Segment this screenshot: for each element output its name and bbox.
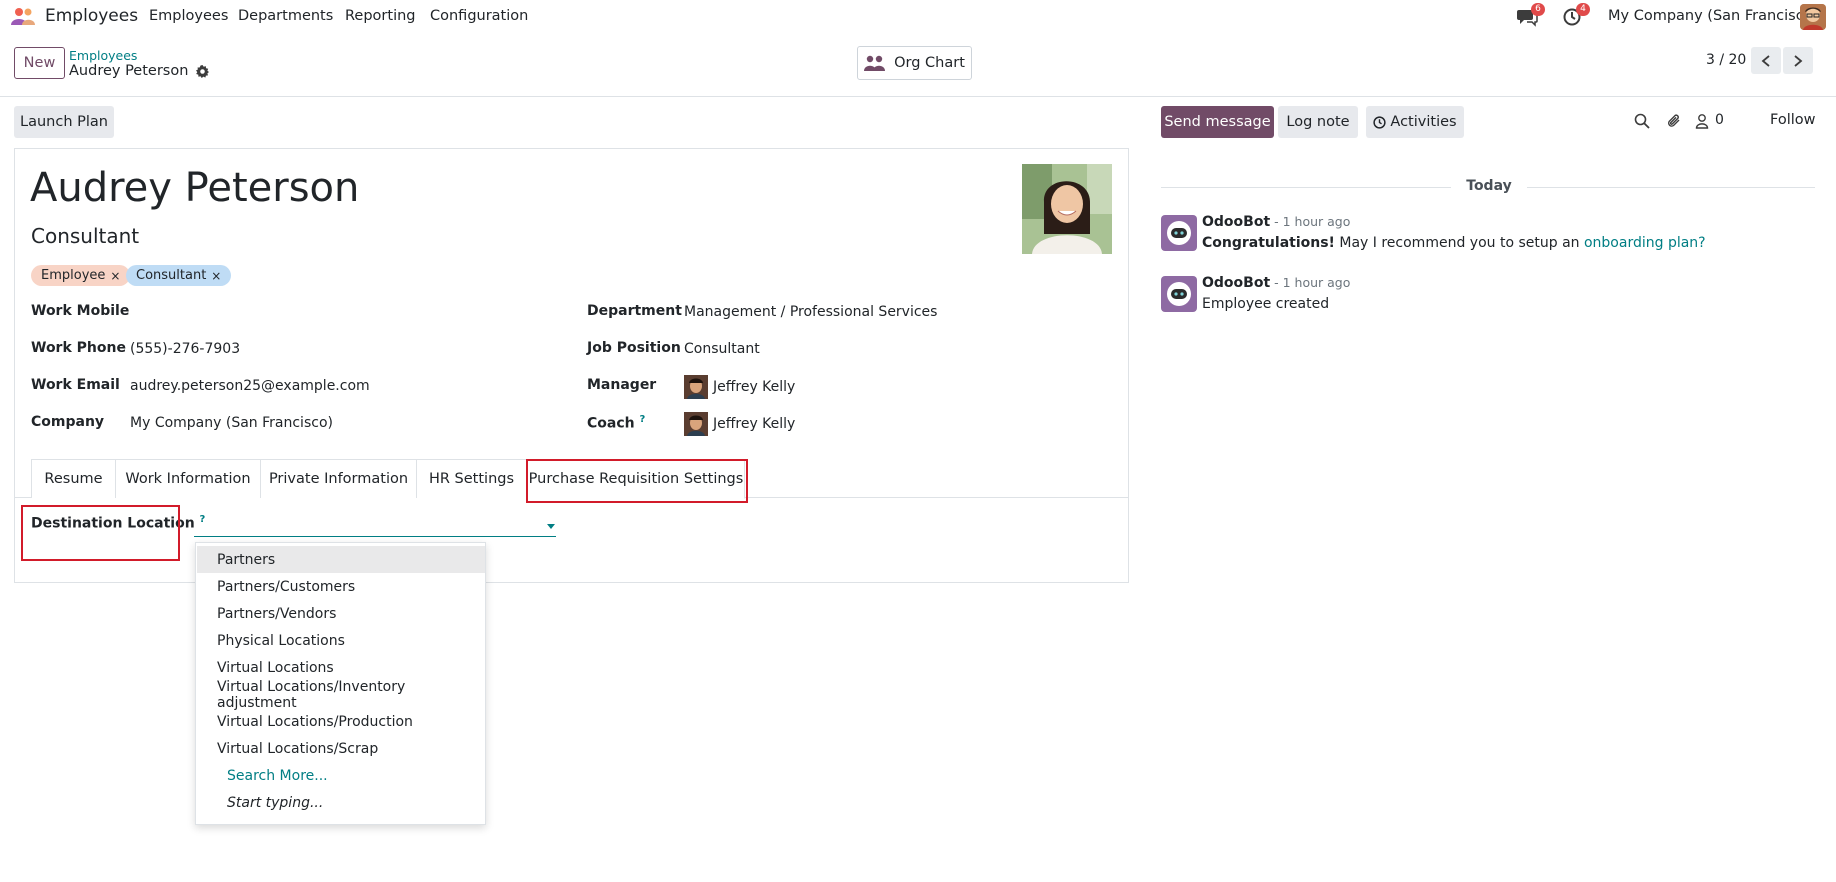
tag-consultant-label: Consultant <box>136 268 207 283</box>
manager-name: Jeffrey Kelly <box>713 379 796 395</box>
remove-tag-icon[interactable]: × <box>110 269 120 283</box>
dropdown-option[interactable]: Virtual Locations/Scrap <box>197 735 485 762</box>
coach-field[interactable]: Jeffrey Kelly <box>684 412 795 436</box>
manager-field[interactable]: Jeffrey Kelly <box>684 375 795 399</box>
clock-icon <box>1373 115 1387 129</box>
search-icon[interactable] <box>1634 113 1650 129</box>
menu-departments[interactable]: Departments <box>238 8 333 24</box>
odoobot-avatar[interactable] <box>1161 276 1197 312</box>
work-email-label: Work Email <box>31 377 120 393</box>
message-author-name: OdooBot <box>1202 214 1271 230</box>
today-label: Today <box>1451 178 1527 194</box>
gear-icon[interactable] <box>196 64 210 78</box>
tab-hr-settings[interactable]: HR Settings <box>416 459 527 498</box>
send-message-button[interactable]: Send message <box>1161 106 1274 138</box>
dropdown-option[interactable]: Partners/Customers <box>197 573 485 600</box>
onboarding-plan-link[interactable]: onboarding plan? <box>1584 235 1706 251</box>
people-icon <box>864 55 886 71</box>
tag-employee-label: Employee <box>41 268 106 283</box>
activities-button[interactable]: Activities <box>1366 106 1464 138</box>
new-button[interactable]: New <box>14 47 65 79</box>
message-body: Congratulations! May I recommend you to … <box>1202 235 1706 251</box>
coach-avatar <box>684 412 708 436</box>
activities-badge: 4 <box>1576 3 1590 16</box>
employees-app-icon[interactable] <box>10 6 36 26</box>
message-bold: Congratulations! <box>1202 235 1335 251</box>
dropdown-option[interactable]: Partners/Vendors <box>197 600 485 627</box>
message-text: May I recommend you to setup an <box>1334 235 1584 251</box>
follower-user-icon[interactable] <box>1694 113 1710 129</box>
employee-photo[interactable] <box>1022 164 1112 254</box>
search-more-link[interactable]: Search More... <box>197 762 485 789</box>
breadcrumb-employees[interactable]: Employees <box>69 48 137 63</box>
caret-down-icon[interactable] <box>547 524 555 529</box>
pager-next-button[interactable] <box>1783 47 1813 74</box>
highlight-tab <box>526 459 748 503</box>
menu-configuration[interactable]: Configuration <box>430 8 528 24</box>
dropdown-option[interactable]: Physical Locations <box>197 627 485 654</box>
odoobot-avatar[interactable] <box>1161 215 1197 251</box>
tag-employee[interactable]: Employee × <box>31 265 131 286</box>
menu-employees[interactable]: Employees <box>149 8 228 24</box>
job-position-label: Job Position <box>587 340 681 356</box>
department-field[interactable]: Management / Professional Services <box>684 304 937 320</box>
dropdown-option[interactable]: Virtual Locations/Production <box>197 708 485 735</box>
department-label: Department <box>587 303 682 319</box>
followers-count[interactable]: 0 <box>1715 112 1724 128</box>
coach-label-text: Coach <box>587 415 635 432</box>
app-name[interactable]: Employees <box>45 6 138 26</box>
message-author[interactable]: OdooBot - 1 hour ago <box>1202 275 1350 291</box>
top-navbar: Employees Employees Departments Reportin… <box>0 0 1836 32</box>
dropdown-option[interactable]: Virtual Locations <box>197 654 485 681</box>
job-position-field[interactable]: Consultant <box>684 341 760 357</box>
user-avatar[interactable] <box>1800 4 1826 30</box>
messages-badge: 6 <box>1531 3 1545 16</box>
employee-name[interactable]: Audrey Peterson <box>30 165 359 211</box>
dropdown-option[interactable]: Virtual Locations/Inventory adjustment <box>197 679 485 711</box>
paperclip-icon[interactable] <box>1666 113 1682 129</box>
org-chart-button[interactable]: Org Chart <box>857 46 972 80</box>
remove-tag-icon[interactable]: × <box>211 269 221 283</box>
launch-plan-button[interactable]: Launch Plan <box>14 106 114 138</box>
menu-reporting[interactable]: Reporting <box>345 8 416 24</box>
manager-avatar <box>684 375 708 399</box>
tab-resume[interactable]: Resume <box>31 459 116 498</box>
tab-private-information[interactable]: Private Information <box>260 459 417 498</box>
work-email-field[interactable]: audrey.peterson25@example.com <box>130 378 370 394</box>
pager-previous-button[interactable] <box>1751 47 1781 74</box>
manager-label: Manager <box>587 377 657 393</box>
destination-location-input[interactable] <box>194 514 556 537</box>
activities-label: Activities <box>1390 114 1457 130</box>
work-mobile-label: Work Mobile <box>31 303 130 319</box>
breadcrumb-current-label: Audrey Peterson <box>69 63 189 79</box>
tab-work-information[interactable]: Work Information <box>115 459 261 498</box>
pager-value[interactable]: 3 / 20 <box>1706 52 1746 68</box>
coach-label: Coach ? <box>587 414 645 432</box>
org-chart-label: Org Chart <box>894 55 965 71</box>
destination-dropdown: Partners Partners/Customers Partners/Ven… <box>195 542 486 825</box>
work-phone-label: Work Phone <box>31 340 126 356</box>
message-time: - 1 hour ago <box>1270 275 1351 290</box>
chevron-right-icon <box>1794 54 1803 67</box>
tag-consultant[interactable]: Consultant × <box>126 265 232 286</box>
message-author-name: OdooBot <box>1202 275 1271 291</box>
control-panel: New Employees Audrey Peterson Org Chart … <box>0 32 1836 97</box>
log-note-button[interactable]: Log note <box>1278 106 1358 138</box>
breadcrumb-current: Audrey Peterson <box>69 63 210 79</box>
coach-name: Jeffrey Kelly <box>713 416 796 432</box>
company-switcher[interactable]: My Company (San Francisco) <box>1608 8 1818 24</box>
employee-job-title[interactable]: Consultant <box>31 224 139 248</box>
company-label: Company <box>31 414 105 430</box>
message-time: - 1 hour ago <box>1270 214 1351 229</box>
message-body: Employee created <box>1202 296 1330 312</box>
dropdown-option[interactable]: Partners <box>197 546 485 573</box>
work-phone-field[interactable]: (555)-276-7903 <box>130 341 240 357</box>
follow-button[interactable]: Follow <box>1770 112 1815 128</box>
chevron-left-icon <box>1761 54 1770 67</box>
highlight-destination-label <box>21 505 180 561</box>
company-field[interactable]: My Company (San Francisco) <box>130 415 333 431</box>
help-icon[interactable]: ? <box>639 414 645 425</box>
message-author[interactable]: OdooBot - 1 hour ago <box>1202 214 1350 230</box>
start-typing-hint: Start typing... <box>227 794 324 811</box>
